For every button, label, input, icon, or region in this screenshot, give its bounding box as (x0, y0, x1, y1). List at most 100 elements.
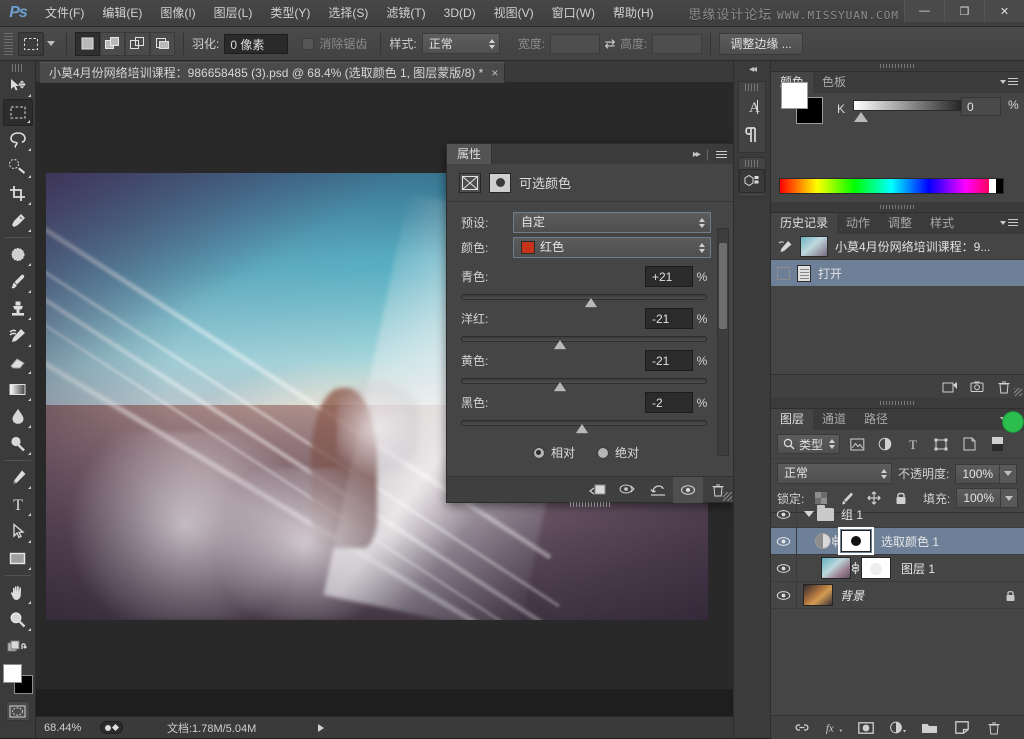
filter-enable-toggle[interactable] (1002, 411, 1024, 433)
minimize-button[interactable]: — (904, 0, 944, 22)
tab-layers[interactable]: 图层 (771, 409, 814, 430)
k-channel-slider-thumb[interactable] (854, 112, 868, 122)
preset-select[interactable]: 自定 (513, 212, 711, 233)
filter-adjustment-icon[interactable] (874, 434, 896, 454)
tab-actions[interactable]: 动作 (837, 213, 879, 234)
slider-value-input[interactable]: -2 (645, 392, 693, 413)
radio-absolute-dot[interactable] (597, 446, 609, 459)
dodge-tool[interactable] (3, 430, 33, 457)
visibility-toggle-icon[interactable] (771, 554, 797, 582)
chevron-down-icon[interactable] (999, 464, 1017, 483)
close-icon[interactable]: × (491, 63, 498, 84)
tool-preset-dropdown[interactable] (44, 41, 58, 46)
refine-edge-button[interactable]: 调整边缘 ... (719, 32, 803, 55)
blur-tool[interactable] (3, 403, 33, 430)
swap-dimensions-icon[interactable]: ⇄ (600, 35, 620, 53)
slider-track[interactable] (461, 294, 707, 307)
link-mask-icon[interactable] (851, 561, 861, 575)
delete-layer-icon[interactable] (985, 719, 1003, 737)
slider-track[interactable] (461, 378, 707, 391)
edit-toolbar-icon[interactable] (3, 633, 33, 660)
slider-track[interactable] (461, 420, 707, 433)
pen-tool[interactable] (3, 464, 33, 491)
quick-selection-tool[interactable] (3, 153, 33, 180)
layer-row-background[interactable]: 背景 (771, 581, 1024, 609)
menu-item-1[interactable]: 编辑(E) (93, 0, 151, 27)
tab-channels[interactable]: 通道 (813, 409, 855, 430)
tab-adjustments[interactable]: 调整 (879, 213, 921, 234)
menu-item-2[interactable]: 图像(I) (151, 0, 204, 27)
menu-item-0[interactable]: 文件(F) (36, 0, 93, 27)
layer-mask-thumbnail[interactable] (861, 557, 891, 579)
slider-thumb[interactable] (575, 424, 588, 433)
menu-item-5[interactable]: 选择(S) (319, 0, 377, 27)
options-bar-grip[interactable] (4, 32, 13, 55)
foreground-color-swatch[interactable] (781, 82, 808, 109)
intersect-selection-button[interactable] (150, 31, 175, 56)
width-input[interactable] (550, 33, 601, 54)
history-brush-tool[interactable] (3, 322, 33, 349)
gradient-tool[interactable] (3, 376, 33, 403)
new-document-from-state-icon[interactable] (965, 375, 989, 399)
radio-absolute[interactable]: 绝对 (597, 444, 639, 461)
blend-mode-select[interactable]: 正常 (777, 463, 892, 484)
radio-relative[interactable]: 相对 (532, 444, 575, 461)
toolbar-grip[interactable] (11, 64, 24, 72)
history-brush-source-icon[interactable] (777, 239, 793, 255)
group-expand-icon[interactable] (804, 511, 814, 517)
crop-tool[interactable] (3, 180, 33, 207)
panel-resize-grip[interactable] (723, 492, 732, 501)
layer-thumbnail[interactable] (821, 557, 851, 579)
opacity-stepper[interactable]: 100% (955, 463, 1018, 484)
tab-history[interactable]: 历史记录 (771, 213, 838, 234)
path-selection-tool[interactable] (3, 518, 33, 545)
rectangular-marquee-tool[interactable] (2, 99, 33, 126)
move-tool[interactable] (3, 72, 33, 99)
expand-panels-icon[interactable]: ◂◂ (734, 61, 770, 77)
feather-input[interactable]: 0 像素 (224, 33, 289, 54)
brush-tool[interactable] (3, 268, 33, 295)
eyedropper-tool[interactable] (3, 207, 33, 234)
layer-mask-thumbnail[interactable] (489, 172, 511, 193)
layer-thumbnail[interactable] (803, 584, 833, 606)
tab-properties[interactable]: 属性 (447, 144, 493, 164)
dock-group-grip[interactable] (745, 160, 759, 167)
spot-healing-brush-tool[interactable] (3, 241, 33, 268)
filter-pixel-icon[interactable] (846, 434, 868, 454)
foreground-color-swatch[interactable] (2, 664, 22, 683)
new-layer-icon[interactable] (953, 719, 971, 737)
close-button[interactable]: ✕ (984, 0, 1024, 22)
quick-mask-button[interactable] (5, 701, 30, 721)
layers-panel-grip[interactable] (771, 398, 1024, 408)
layer-mask-thumbnail[interactable] (838, 527, 874, 555)
menu-item-4[interactable]: 类型(Y) (261, 0, 319, 27)
clone-stamp-tool[interactable] (3, 295, 33, 322)
collapse-icon[interactable]: ▸▸ (693, 149, 701, 160)
filter-shape-icon[interactable] (930, 434, 952, 454)
type-tool[interactable]: T (3, 491, 33, 518)
panel-resize-grip[interactable] (1014, 388, 1022, 396)
filter-type-icon[interactable]: T (902, 434, 924, 454)
restore-button[interactable]: ❐ (944, 0, 984, 22)
slider-thumb[interactable] (585, 298, 598, 307)
link-layers-icon[interactable] (793, 719, 811, 737)
history-state-checkbox[interactable] (777, 266, 790, 280)
color-panel-swatches[interactable] (781, 82, 823, 124)
menu-item-8[interactable]: 视图(V) (485, 0, 543, 27)
radio-relative-dot[interactable] (532, 446, 545, 459)
delete-state-icon[interactable] (992, 375, 1016, 399)
menu-item-6[interactable]: 滤镜(T) (377, 0, 434, 27)
history-panel-menu-icon[interactable] (1000, 219, 1018, 226)
new-group-icon[interactable] (921, 719, 939, 737)
panel-drag-handle[interactable] (570, 502, 610, 507)
zoom-level[interactable]: 68.44% (44, 722, 90, 734)
document-tab[interactable]: 小莫4月份网络培训课程：986658485 (3).psd @ 68.4% (选… (40, 62, 506, 84)
color-panel-menu-icon[interactable] (1000, 78, 1018, 85)
slider-thumb[interactable] (553, 382, 566, 391)
zoom-tool[interactable] (3, 606, 33, 633)
style-select[interactable]: 正常 (421, 33, 500, 54)
clip-to-layer-icon[interactable] (583, 477, 613, 503)
history-snapshot-row[interactable]: 小莫4月份网络培训课程：9... (771, 234, 1024, 260)
rectangle-tool[interactable] (3, 545, 33, 572)
visibility-toggle-icon[interactable] (771, 581, 797, 609)
